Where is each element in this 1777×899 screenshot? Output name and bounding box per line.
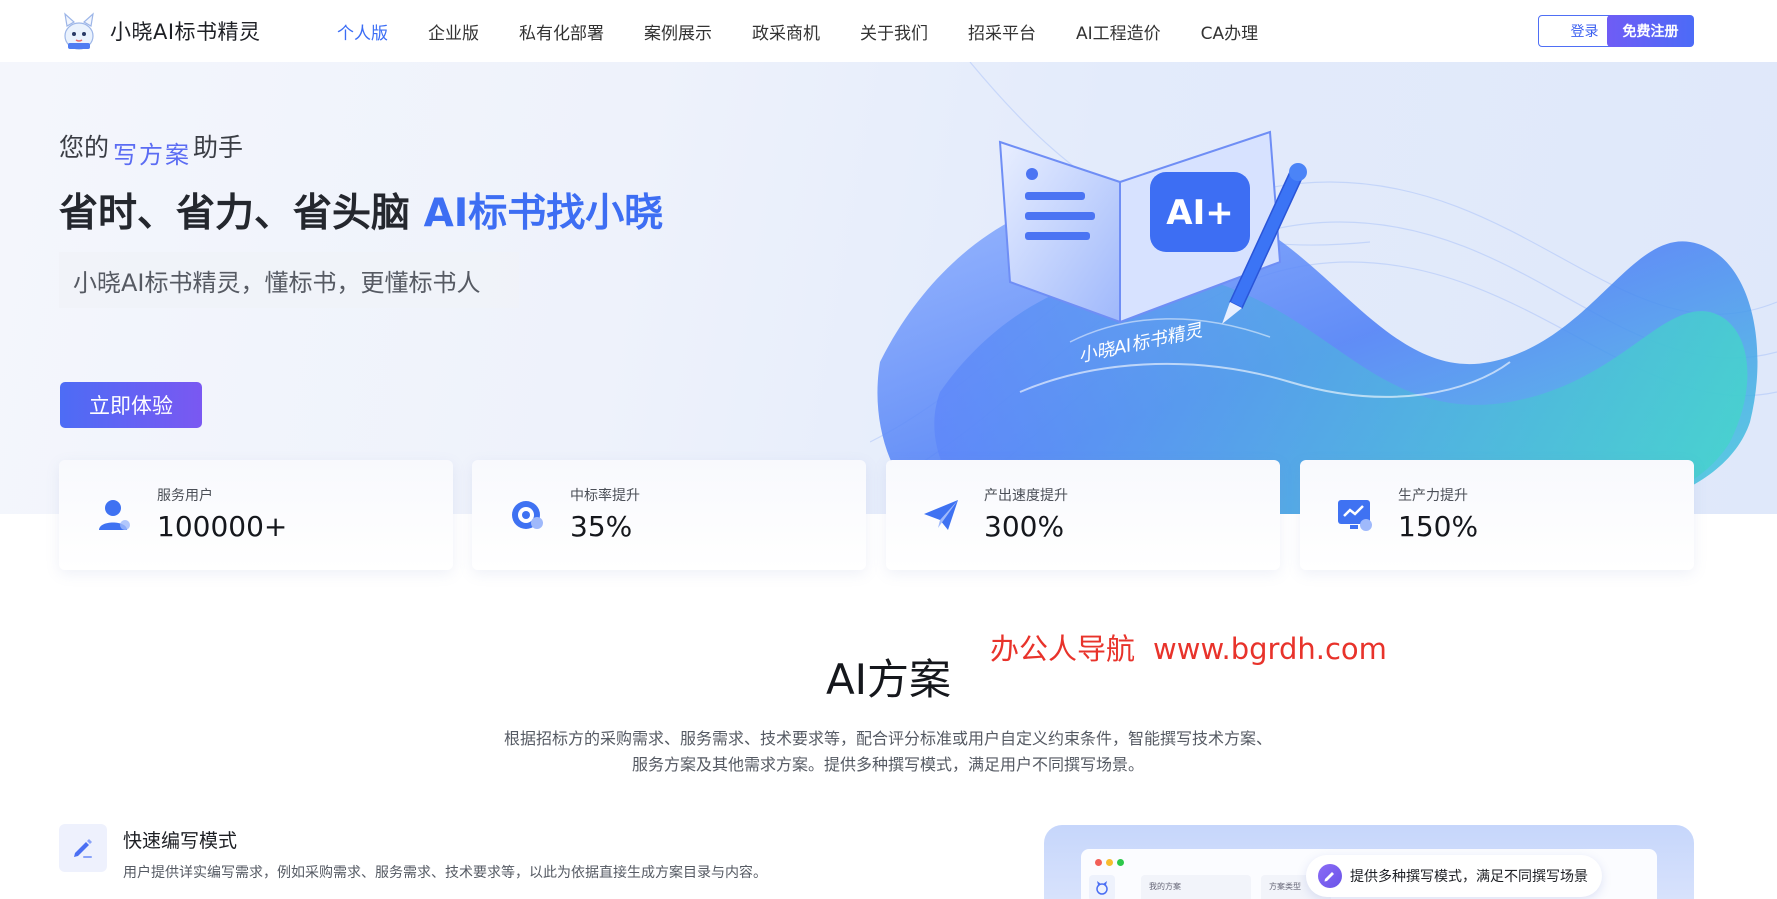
product-preview-card: 我的方案 方案类型 提供多种撰写模式，满足不同撰写场景 [1044,825,1694,899]
main-menu: 个人版 企业版 私有化部署 案例展示 政采商机 关于我们 招采平台 AI工程造价… [337,0,1298,62]
hero-title: 省时、省力、省头脑 AI标书找小晓 [59,182,663,238]
stat-label: 生产力提升 [1398,488,1468,504]
user-icon [99,500,130,530]
my-plans-card: 我的方案 [1141,875,1251,899]
monitor-chart-icon [1338,500,1372,531]
feature-pill: 提供多种撰写模式，满足不同撰写场景 [1306,855,1602,897]
mode-description: 用户提供详实编写需求，例如采购需求、服务需求、技术要求等，以此为依据直接生成方案… [123,865,767,881]
brand-logo[interactable]: 小晓AI标书精灵 [58,10,261,52]
window-maximize-dot [1117,859,1124,866]
section-desc-line: 根据招标方的采购需求、服务需求、技术要求等，配合评分标准或用户自定义约束条件，智… [503,729,1272,748]
section-desc-line: 服务方案及其他需求方案。提供多种撰写模式，满足用户不同撰写场景。 [631,755,1144,774]
stat-card-users: 服务用户 100000+ [59,460,453,570]
hero-slogan: 小晓AI标书精灵，懂标书，更懂标书人 [59,252,519,308]
hero-illustration: AI+ 小晓AI标书精灵 [870,62,1777,514]
window-close-dot [1095,859,1102,866]
hero-banner: AI+ 小晓AI标书精灵 您的 写方案 助手 省时、省力、省头脑 AI标书找小晓… [0,62,1777,514]
section-description: 根据招标方的采购需求、服务需求、技术要求等，配合评分标准或用户自定义约束条件，智… [388,726,1388,778]
nav-item-personal[interactable]: 个人版 [337,19,388,44]
nav-item-cases[interactable]: 案例展示 [644,19,712,44]
hero-sub-suffix: 助手 [193,133,244,162]
svg-text:AI+: AI+ [1166,193,1233,233]
target-icon [512,501,543,529]
stat-value: 35% [570,510,633,543]
stat-label: 中标率提升 [570,488,640,504]
try-now-button[interactable]: 立即体验 [60,382,202,428]
nav-item-gov-procurement[interactable]: 政采商机 [752,19,820,44]
mascot-icon [1089,875,1115,899]
stat-card-win-rate: 中标率提升 35% [472,460,866,570]
stat-value: 100000+ [157,510,288,543]
nav-item-bidding-platform[interactable]: 招采平台 [968,19,1036,44]
nav-item-enterprise[interactable]: 企业版 [428,19,479,44]
window-minimize-dot [1106,859,1113,866]
hero-title-plain: 省时、省力、省头脑 [59,191,424,236]
nav-item-ai-costing[interactable]: AI工程造价 [1076,19,1161,44]
pencil-icon [59,824,107,872]
hero-subheading: 您的 写方案 助手 [59,128,244,169]
stat-card-productivity: 生产力提升 150% [1300,460,1694,570]
register-button[interactable]: 免费注册 [1607,15,1694,47]
hero-sub-prefix: 您的 [59,133,110,162]
nav-item-about[interactable]: 关于我们 [860,19,928,44]
stat-value: 300% [984,510,1065,543]
stat-label: 产出速度提升 [984,488,1068,504]
nav-item-private-deploy[interactable]: 私有化部署 [519,19,604,44]
paper-plane-icon [924,500,958,530]
mode-title: 快速编写模式 [123,830,238,852]
edit-icon [1318,864,1342,888]
mascot-logo-icon [64,12,94,50]
section-title: AI方案 [825,655,952,704]
hero-title-accent: AI标书找小晓 [423,191,664,236]
hero-sub-highlight: 写方案 [113,141,192,169]
brand-name: 小晓AI标书精灵 [110,20,261,44]
feature-pill-text: 提供多种撰写模式，满足不同撰写场景 [1350,869,1588,885]
top-navbar: 小晓AI标书精灵 个人版 企业版 私有化部署 案例展示 政采商机 关于我们 招采… [0,0,1777,62]
stat-value: 150% [1398,510,1479,543]
stat-card-speed: 产出速度提升 300% [886,460,1280,570]
nav-item-ca[interactable]: CA办理 [1201,19,1259,44]
stat-label: 服务用户 [157,488,213,504]
